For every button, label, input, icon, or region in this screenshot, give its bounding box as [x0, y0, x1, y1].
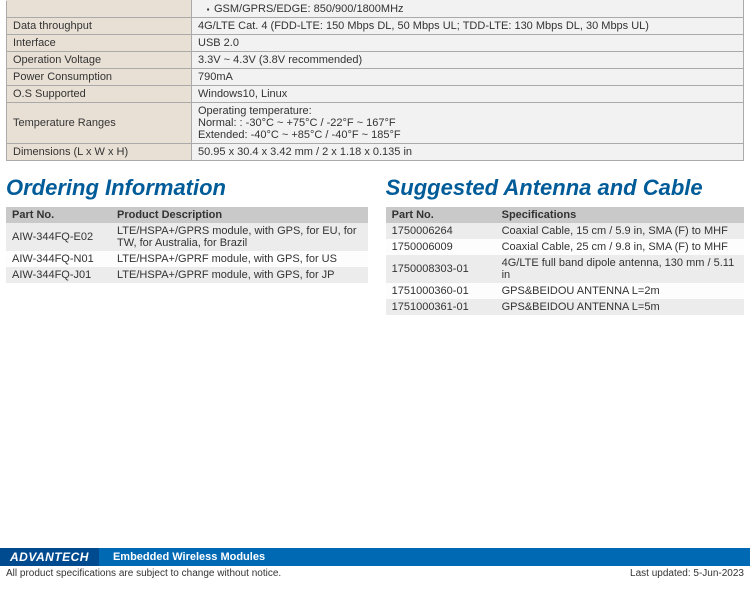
antenna-spec: GPS&BEIDOU ANTENNA L=5m: [496, 299, 744, 315]
table-row: AIW-344FQ-J01LTE/HSPA+/GPRF module, with…: [6, 267, 368, 283]
spec-value: 4G/LTE Cat. 4 (FDD-LTE: 150 Mbps DL, 50 …: [192, 18, 744, 35]
spec-label: O.S Supported: [7, 86, 192, 103]
ordering-desc: LTE/HSPA+/GPRS module, with GPS, for EU,…: [111, 223, 368, 251]
antenna-table: Part No. Specifications 1750006264Coaxia…: [386, 207, 744, 315]
ordering-partno: AIW-344FQ-N01: [6, 251, 111, 267]
table-row: AIW-344FQ-N01LTE/HSPA+/GPRF module, with…: [6, 251, 368, 267]
ordering-title: Ordering Information: [6, 175, 368, 201]
table-row: 1750006264Coaxial Cable, 15 cm / 5.9 in,…: [386, 223, 744, 239]
antenna-spec: Coaxial Cable, 15 cm / 5.9 in, SMA (F) t…: [496, 223, 744, 239]
spec-label: Data throughput: [7, 18, 192, 35]
spec-value: Operating temperature:Normal: : -30°C ~ …: [192, 103, 744, 144]
spec-value: GSM/GPRS/EDGE: 850/900/1800MHz: [192, 1, 744, 18]
antenna-spec: GPS&BEIDOU ANTENNA L=2m: [496, 283, 744, 299]
antenna-partno: 1750006264: [386, 223, 496, 239]
spec-value: 50.95 x 30.4 x 3.42 mm / 2 x 1.18 x 0.13…: [192, 144, 744, 161]
antenna-partno: 1751000361-01: [386, 299, 496, 315]
spec-label: Dimensions (L x W x H): [7, 144, 192, 161]
antenna-header-partno: Part No.: [386, 207, 496, 223]
table-row: 1751000361-01GPS&BEIDOU ANTENNA L=5m: [386, 299, 744, 315]
table-row: AIW-344FQ-E02LTE/HSPA+/GPRS module, with…: [6, 223, 368, 251]
antenna-header-spec: Specifications: [496, 207, 744, 223]
ordering-header-desc: Product Description: [111, 207, 368, 223]
ordering-partno: AIW-344FQ-J01: [6, 267, 111, 283]
spec-table: GSM/GPRS/EDGE: 850/900/1800MHzData throu…: [6, 0, 744, 161]
spec-label: [7, 1, 192, 18]
antenna-title: Suggested Antenna and Cable: [386, 175, 744, 201]
antenna-spec: 4G/LTE full band dipole antenna, 130 mm …: [496, 255, 744, 283]
spec-label: Interface: [7, 35, 192, 52]
antenna-partno: 1750006009: [386, 239, 496, 255]
footer-category: Embedded Wireless Modules: [99, 548, 750, 566]
ordering-desc: LTE/HSPA+/GPRF module, with GPS, for US: [111, 251, 368, 267]
spec-value: USB 2.0: [192, 35, 744, 52]
ordering-desc: LTE/HSPA+/GPRF module, with GPS, for JP: [111, 267, 368, 283]
ordering-partno: AIW-344FQ-E02: [6, 223, 111, 251]
footer-disclaimer: All product specifications are subject t…: [6, 568, 281, 579]
spec-value: Windows10, Linux: [192, 86, 744, 103]
spec-label: Temperature Ranges: [7, 103, 192, 144]
ordering-table: Part No. Product Description AIW-344FQ-E…: [6, 207, 368, 283]
table-row: 1750008303-014G/LTE full band dipole ant…: [386, 255, 744, 283]
table-row: 1751000360-01GPS&BEIDOU ANTENNA L=2m: [386, 283, 744, 299]
antenna-spec: Coaxial Cable, 25 cm / 9.8 in, SMA (F) t…: [496, 239, 744, 255]
page-footer: ADVANTECH Embedded Wireless Modules All …: [0, 548, 750, 579]
table-row: 1750006009Coaxial Cable, 25 cm / 9.8 in,…: [386, 239, 744, 255]
footer-updated: Last updated: 5-Jun-2023: [630, 568, 744, 579]
spec-value: 3.3V ~ 4.3V (3.8V recommended): [192, 52, 744, 69]
spec-label: Operation Voltage: [7, 52, 192, 69]
antenna-partno: 1750008303-01: [386, 255, 496, 283]
footer-brand: ADVANTECH: [0, 548, 99, 566]
ordering-header-partno: Part No.: [6, 207, 111, 223]
spec-value: 790mA: [192, 69, 744, 86]
spec-label: Power Consumption: [7, 69, 192, 86]
antenna-partno: 1751000360-01: [386, 283, 496, 299]
